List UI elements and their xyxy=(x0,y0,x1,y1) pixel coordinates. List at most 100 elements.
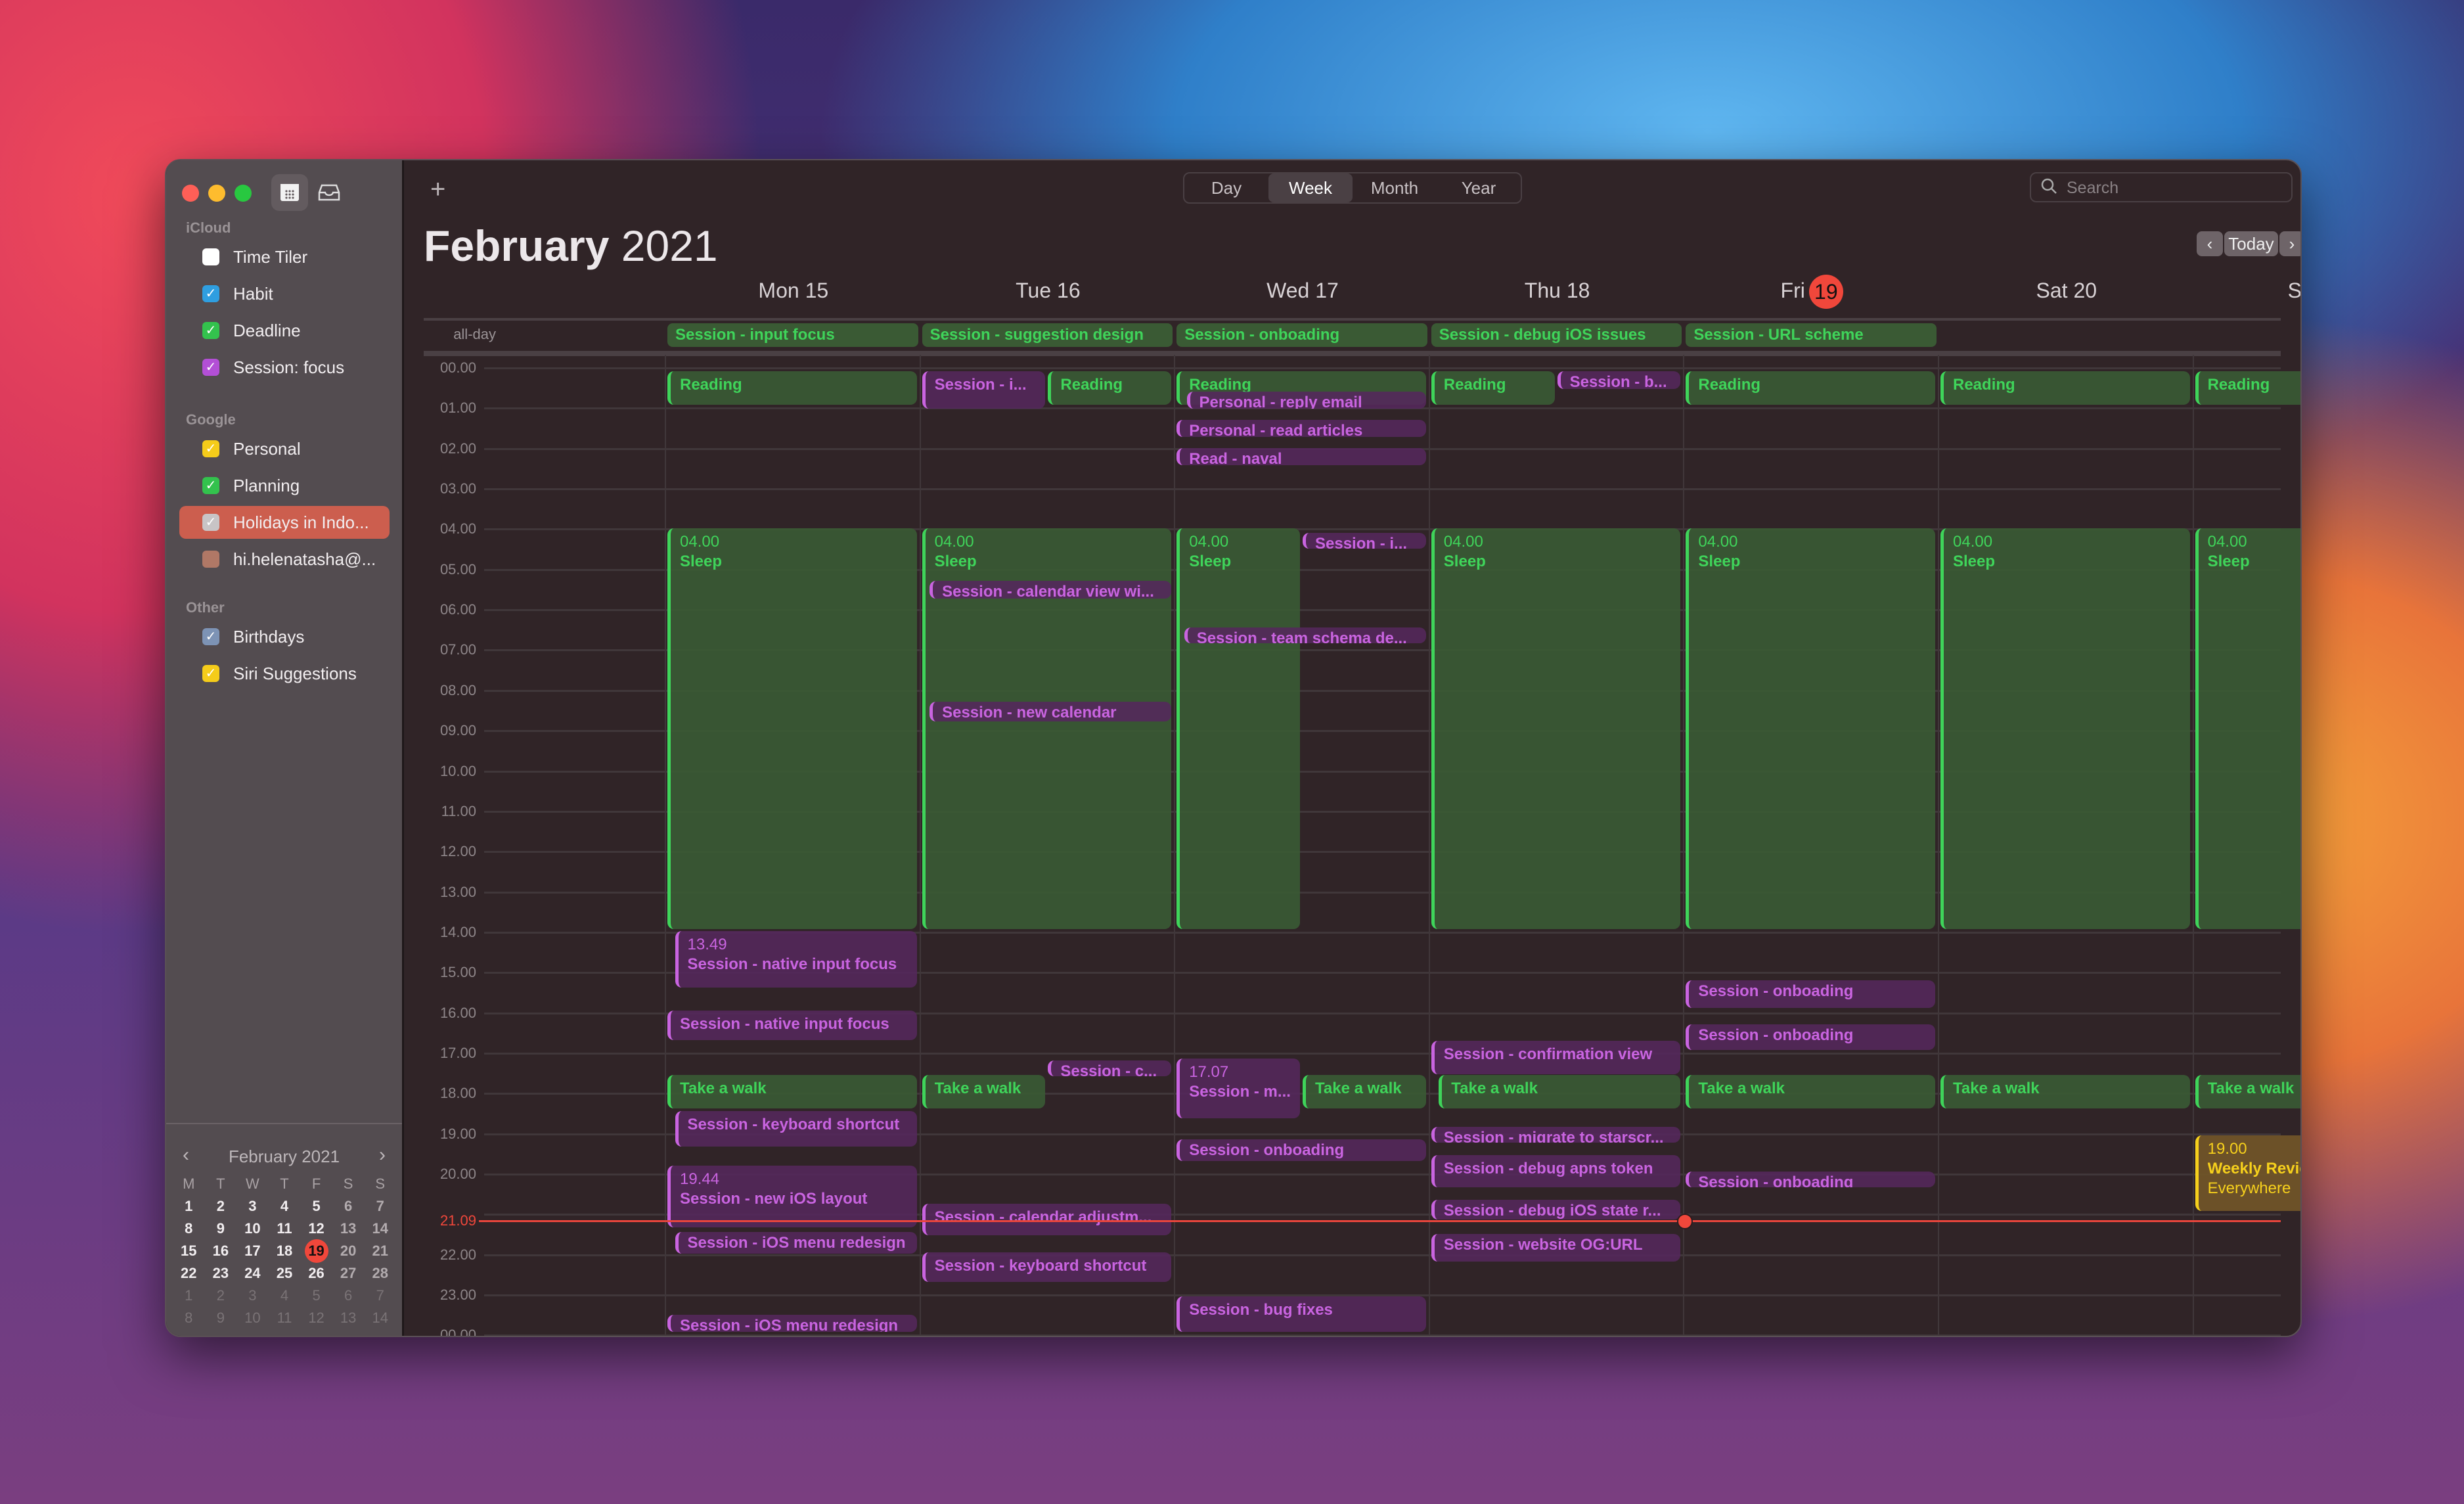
calendar-checkbox[interactable]: ✓ xyxy=(202,359,219,376)
next-week-button[interactable]: › xyxy=(2279,231,2300,256)
mini-calendar-day[interactable]: 24 xyxy=(236,1263,269,1283)
mini-calendar-day[interactable]: 5 xyxy=(300,1196,332,1216)
inbox-button[interactable] xyxy=(311,174,347,211)
mini-calendar-day[interactable]: 17 xyxy=(236,1241,269,1261)
calendar-event[interactable]: Session - team schema de... xyxy=(1184,627,1426,643)
sidebar-calendar-item[interactable]: hi.helenatasha@... xyxy=(179,543,390,576)
sidebar-calendar-item[interactable]: ✓ Siri Suggestions xyxy=(179,657,390,690)
all-day-event[interactable]: Session - debug iOS issues xyxy=(1431,323,1682,347)
calendar-event[interactable]: 17.07 Session - m... xyxy=(1176,1059,1300,1119)
calendar-event[interactable]: Read - naval xyxy=(1176,447,1426,466)
zoom-button[interactable] xyxy=(235,185,252,202)
calendar-event[interactable]: Reading xyxy=(1431,371,1555,405)
calendar-checkbox[interactable] xyxy=(202,248,219,265)
calendar-event[interactable]: 19.00Weekly Review Everywhere xyxy=(2195,1135,2300,1212)
all-day-event[interactable]: Session - input focus xyxy=(667,323,918,347)
day-header[interactable]: Sun 21 xyxy=(2194,279,2300,305)
calendar-checkbox[interactable]: ✓ xyxy=(202,322,219,339)
calendar-event[interactable]: Take a walk xyxy=(1439,1074,1681,1108)
calendar-event[interactable]: Take a walk xyxy=(1686,1074,1935,1108)
mini-calendar-day[interactable]: 1 xyxy=(173,1196,205,1216)
calendar-event[interactable]: Session - keyboard shortcut xyxy=(675,1110,917,1147)
mini-calendar-day[interactable]: 23 xyxy=(205,1263,237,1283)
calendar-checkbox[interactable]: ✓ xyxy=(202,665,219,682)
tab-day[interactable]: Day xyxy=(1184,173,1268,202)
search-field[interactable] xyxy=(2030,172,2293,202)
calendar-event[interactable]: Session - bug fixes xyxy=(1176,1296,1426,1333)
calendar-event[interactable]: 19.44 Session - new iOS layout xyxy=(667,1165,917,1227)
mini-calendar-day[interactable]: 14 xyxy=(364,1308,396,1328)
calendar-event[interactable]: Reading xyxy=(1048,371,1172,405)
calendar-checkbox[interactable] xyxy=(202,551,219,568)
prev-week-button[interactable]: ‹ xyxy=(2197,231,2223,256)
calendar-event[interactable]: 13.49 Session - native input focus xyxy=(675,930,917,988)
mini-calendar-day[interactable]: 6 xyxy=(332,1285,365,1306)
mini-calendar-day[interactable]: 27 xyxy=(332,1263,365,1283)
mini-calendar-day[interactable]: 8 xyxy=(173,1308,205,1328)
today-button[interactable]: Today xyxy=(2224,231,2278,256)
mini-calendar-day[interactable]: 13 xyxy=(332,1218,365,1239)
mini-calendar-day[interactable]: 12 xyxy=(300,1218,332,1239)
calendar-event[interactable]: Session - debug iOS state r... xyxy=(1431,1199,1681,1219)
calendar-event[interactable]: 04.00 Sleep xyxy=(1940,528,2190,929)
mini-calendar-day[interactable]: 16 xyxy=(205,1241,237,1261)
calendar-checkbox[interactable]: ✓ xyxy=(202,477,219,494)
sidebar-calendar-item[interactable]: ✓ Habit xyxy=(179,277,390,310)
calendar-event[interactable]: Reading xyxy=(1940,371,2190,405)
calendar-event[interactable]: 04.00 Sleep xyxy=(667,528,917,929)
sidebar-calendar-item[interactable]: Time Tiler xyxy=(179,240,390,273)
search-input[interactable] xyxy=(2065,173,2285,202)
calendar-event[interactable]: Session - website OG:URL xyxy=(1431,1234,1681,1262)
calendar-event[interactable]: Personal - read articles xyxy=(1176,419,1426,438)
mini-calendar-day[interactable]: 10 xyxy=(236,1308,269,1328)
calendar-event[interactable]: Reading xyxy=(667,371,917,405)
calendar-event[interactable]: 04.00 Sleep xyxy=(1431,528,1681,929)
mini-calendar-day[interactable]: 3 xyxy=(236,1285,269,1306)
calendar-event[interactable]: Take a walk xyxy=(1940,1074,2190,1108)
calendar-event[interactable]: Take a walk xyxy=(922,1074,1046,1108)
sidebar-calendar-item[interactable]: ✓ Holidays in Indo... xyxy=(179,506,390,539)
mini-calendar-day[interactable]: 1 xyxy=(173,1285,205,1306)
day-header[interactable]: Fri 19 xyxy=(1684,275,1939,309)
mini-calendar-day[interactable]: 14 xyxy=(364,1218,396,1239)
calendar-event[interactable]: Reading xyxy=(1686,371,1935,405)
mini-calendar-day[interactable]: 28 xyxy=(364,1263,396,1283)
close-button[interactable] xyxy=(182,185,199,202)
mini-calendar-day[interactable]: 11 xyxy=(269,1308,301,1328)
tab-week[interactable]: Week xyxy=(1268,173,1353,202)
calendar-event[interactable]: Session - onboading xyxy=(1176,1139,1426,1161)
calendar-event[interactable]: Session - native input focus xyxy=(667,1010,917,1040)
calendar-checkbox[interactable]: ✓ xyxy=(202,440,219,457)
add-event-button[interactable]: + xyxy=(430,175,445,204)
day-header[interactable]: Mon 15 xyxy=(666,279,921,305)
minimize-button[interactable] xyxy=(208,185,225,202)
mini-calendar-day[interactable]: 5 xyxy=(300,1285,332,1306)
sidebar-calendar-item[interactable]: ✓ Birthdays xyxy=(179,620,390,653)
all-day-event[interactable]: Session - suggestion design xyxy=(922,323,1173,347)
sidebar-calendar-item[interactable]: ✓ Deadline xyxy=(179,314,390,347)
mini-calendar-day[interactable]: 18 xyxy=(269,1241,301,1261)
calendar-event[interactable]: Session - onboading xyxy=(1686,1171,1935,1187)
mini-calendar-day[interactable]: 11 xyxy=(269,1218,301,1239)
all-day-event[interactable]: Session - URL scheme xyxy=(1686,323,1937,347)
mini-calendar-day[interactable]: 26 xyxy=(300,1263,332,1283)
tab-month[interactable]: Month xyxy=(1353,173,1437,202)
calendar-event[interactable]: Session - onboading xyxy=(1686,980,1935,1008)
calendar-event[interactable]: Session - calendar view wi... xyxy=(930,581,1172,599)
tab-year[interactable]: Year xyxy=(1437,173,1521,202)
mini-calendar-day[interactable]: 2 xyxy=(205,1285,237,1306)
mini-calendar-day[interactable]: 6 xyxy=(332,1196,365,1216)
mini-calendar-day[interactable]: 9 xyxy=(205,1308,237,1328)
sidebar-calendar-item[interactable]: ✓ Planning xyxy=(179,469,390,502)
calendar-event[interactable]: Take a walk xyxy=(1303,1074,1426,1108)
calendar-event[interactable]: Take a walk xyxy=(667,1074,917,1108)
calendar-event[interactable]: Session - i... xyxy=(922,371,1046,409)
calendar-event[interactable]: Reading xyxy=(2195,371,2300,405)
calendar-event[interactable]: Session - iOS menu redesign xyxy=(675,1231,917,1254)
mini-calendar-day[interactable]: 13 xyxy=(332,1308,365,1328)
mini-calendar-day[interactable]: 12 xyxy=(300,1308,332,1328)
sidebar-calendar-item[interactable]: ✓ Session: focus xyxy=(179,351,390,384)
sidebar-calendar-item[interactable]: ✓ Personal xyxy=(179,432,390,465)
calendar-checkbox[interactable]: ✓ xyxy=(202,514,219,531)
calendar-checkbox[interactable]: ✓ xyxy=(202,285,219,302)
